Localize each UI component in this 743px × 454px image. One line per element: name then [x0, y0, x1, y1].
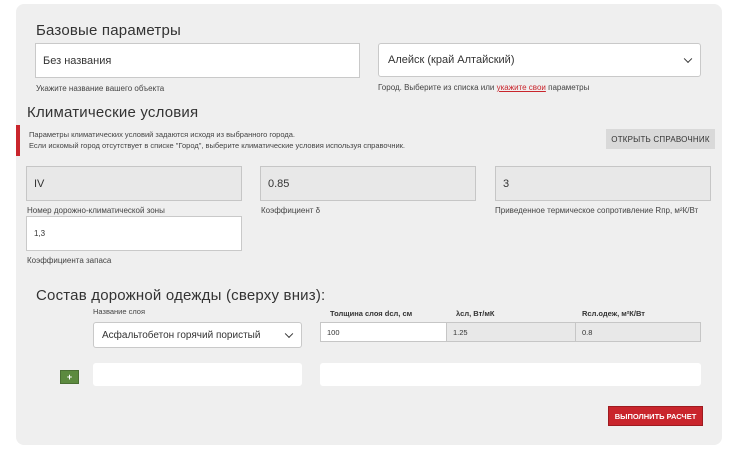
- layer-thickness-input[interactable]: 100: [320, 322, 447, 342]
- open-reference-button[interactable]: ОТКРЫТЬ СПРАВОЧНИК: [606, 129, 715, 149]
- climate-notice-line1: Параметры климатических условий задаются…: [29, 130, 295, 139]
- thermal-resistance-label: Приведенное термическое сопротивление Rп…: [495, 206, 699, 215]
- layer-resistance-field: 0.8: [575, 322, 701, 342]
- city-select-value: Алейск (край Алтайский): [388, 54, 515, 66]
- chevron-down-icon: [284, 329, 294, 339]
- new-layer-name-placeholder: [93, 363, 302, 386]
- section-title-climate: Климатические условия: [27, 104, 199, 121]
- layer-name-header: Название слоя: [93, 307, 146, 316]
- notice-accent-bar: [16, 125, 20, 156]
- reserve-coefficient-label: Коэффициента запаса: [27, 256, 112, 265]
- resistance-header: Rсл.одеж, м²К/Вт: [582, 309, 645, 318]
- reserve-coefficient-input[interactable]: 1,3: [26, 216, 242, 251]
- custom-params-link[interactable]: укажите свои: [497, 83, 546, 92]
- climate-zone-field[interactable]: IV: [26, 166, 242, 201]
- climate-zone-label: Номер дорожно-климатической зоны: [27, 206, 165, 215]
- layer-lambda-field: 1.25: [446, 322, 576, 342]
- section-title-basic: Базовые параметры: [36, 22, 182, 39]
- layer-material-value: Асфальтобетон горячий пористый: [102, 329, 261, 341]
- lambda-header: λсл, Вт/мК: [456, 309, 495, 318]
- delta-coefficient-field[interactable]: 0.85: [260, 166, 476, 201]
- add-layer-button[interactable]: +: [60, 370, 79, 384]
- delta-coefficient-label: Коэффициент δ: [261, 206, 321, 215]
- thickness-header: Толщина слоя dсл, см: [330, 309, 413, 318]
- city-hint-suffix: параметры: [545, 83, 590, 92]
- city-hint: Город. Выберите из списка или укажите св…: [378, 83, 589, 92]
- layer-material-select[interactable]: Асфальтобетон горячий пористый: [93, 322, 302, 348]
- city-select[interactable]: Алейск (край Алтайский): [378, 43, 701, 77]
- section-title-layers: Состав дорожной одежды (сверху вниз):: [36, 287, 326, 304]
- plus-icon: +: [66, 372, 73, 382]
- object-name-input[interactable]: Без названия: [35, 43, 360, 78]
- new-layer-values-placeholder: [320, 363, 701, 386]
- calculate-button[interactable]: ВЫПОЛНИТЬ РАСЧЕТ: [608, 406, 703, 426]
- climate-notice-line2: Если искомый город отсутствует в списке …: [29, 141, 406, 150]
- object-name-hint: Укажите название вашего объекта: [36, 84, 165, 93]
- thermal-resistance-field[interactable]: 3: [495, 166, 711, 201]
- chevron-down-icon: [683, 54, 693, 64]
- city-hint-prefix: Город. Выберите из списка или: [378, 83, 497, 92]
